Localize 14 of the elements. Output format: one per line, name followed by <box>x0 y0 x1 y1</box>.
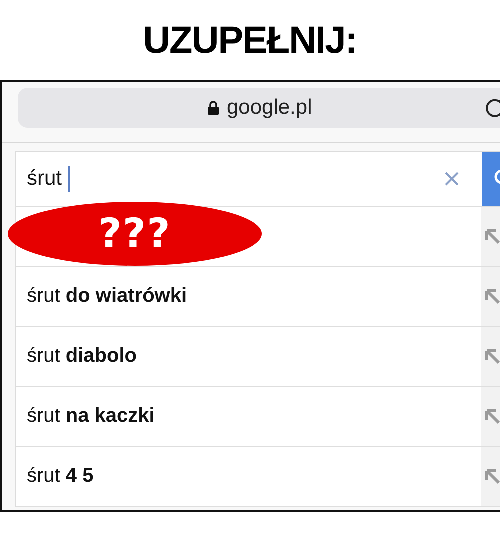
fill-in-arrow-icon[interactable] <box>484 468 500 486</box>
fill-in-arrow-icon[interactable] <box>484 408 500 426</box>
url-text: google.pl <box>227 96 312 120</box>
suggestion-text[interactable]: śrut do wiatrówki <box>27 285 188 308</box>
heading: UZUPEŁNIJ: <box>143 18 357 62</box>
fill-in-arrow-icon[interactable] <box>484 288 500 306</box>
suggestion-text[interactable]: śrut na kaczki <box>27 405 155 428</box>
fill-in-arrow-icon[interactable] <box>484 348 500 366</box>
suggestion-text[interactable]: śrut 4 5 <box>27 465 94 488</box>
address-bar[interactable]: google.pl <box>18 88 500 128</box>
suggestion-text[interactable]: śrut diabolo <box>27 345 138 368</box>
fill-in-arrow-icon[interactable] <box>484 228 500 246</box>
lock-icon <box>208 101 219 115</box>
reload-icon[interactable] <box>484 97 500 119</box>
